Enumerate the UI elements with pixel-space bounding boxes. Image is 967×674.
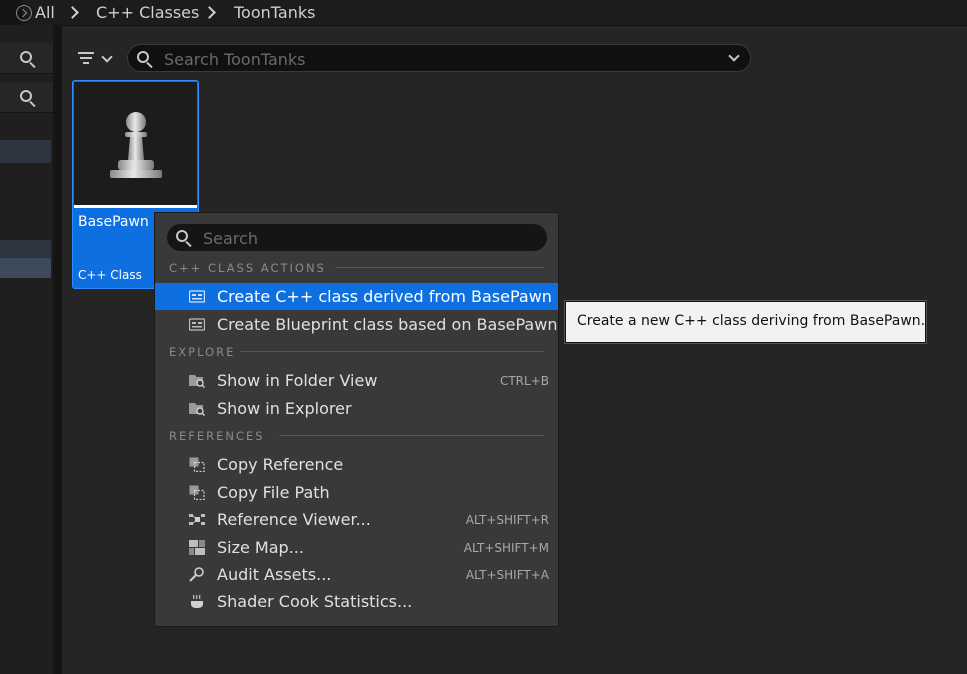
chevron-down-icon — [101, 51, 113, 63]
menu-item-label: Size Map... — [217, 538, 304, 557]
asset-type: C++ Class — [78, 268, 142, 282]
asset-name: BasePawn — [78, 214, 149, 230]
asset-search-bar[interactable] — [127, 44, 751, 72]
breadcrumb-item-cpp-classes[interactable]: C++ Classes — [96, 3, 199, 22]
breadcrumb-item-all[interactable]: All — [35, 3, 55, 22]
menu-item-shortcut: ALT+SHIFT+A — [465, 568, 549, 582]
section-explore: EXPLORE — [169, 345, 236, 359]
folder-search-icon — [189, 403, 205, 416]
collections-search-button[interactable] — [0, 82, 53, 113]
menu-item-label: Shader Cook Statistics... — [217, 592, 413, 611]
search-icon — [20, 51, 32, 63]
chevron-down-icon[interactable] — [728, 50, 740, 62]
menu-item-size-map[interactable]: Size Map... ALT+SHIFT+M — [155, 534, 558, 561]
cpp-class-icon — [189, 290, 205, 303]
menu-item-reference-viewer[interactable]: Reference Viewer... ALT+SHIFT+R — [155, 506, 558, 533]
menu-item-label: Show in Folder View — [217, 371, 378, 390]
panel-splitter[interactable] — [53, 25, 62, 674]
folder-tree-item[interactable] — [0, 240, 51, 258]
blueprint-class-icon — [189, 318, 205, 331]
context-menu: C++ CLASS ACTIONS Create C++ class deriv… — [154, 212, 559, 627]
breadcrumb: All C++ Classes ToonTanks — [16, 0, 967, 26]
menu-item-shortcut: ALT+SHIFT+R — [465, 513, 549, 527]
menu-item-shader-cook-statistics[interactable]: Shader Cook Statistics... — [155, 588, 558, 615]
section-references: REFERENCES — [169, 429, 265, 443]
reference-viewer-icon — [189, 514, 205, 525]
menu-item-label: Show in Explorer — [217, 399, 352, 418]
section-divider — [240, 351, 544, 352]
tooltip: Create a new C++ class deriving from Bas… — [565, 301, 926, 343]
search-icon — [176, 230, 188, 242]
search-icon — [20, 90, 32, 102]
chevron-right-icon — [203, 6, 216, 19]
audit-icon — [189, 567, 204, 582]
folder-tree-item[interactable] — [0, 140, 51, 163]
menu-item-shortcut: ALT+SHIFT+M — [463, 541, 549, 555]
menu-search-field[interactable] — [167, 224, 547, 251]
menu-item-label: Copy Reference — [217, 455, 344, 474]
shader-cook-icon — [191, 594, 203, 608]
section-cpp-class-actions: C++ CLASS ACTIONS — [169, 261, 326, 275]
folder-tree-item-selected[interactable] — [0, 258, 51, 278]
breadcrumb-item-toontanks[interactable]: ToonTanks — [234, 3, 315, 22]
menu-item-create-blueprint-class[interactable]: Create Blueprint class based on BasePawn — [155, 311, 558, 338]
menu-item-label: Create C++ class derived from BasePawn — [217, 287, 552, 306]
breadcrumb-bar: All C++ Classes ToonTanks — [0, 0, 967, 26]
menu-item-show-in-folder-view[interactable]: Show in Folder View CTRL+B — [155, 367, 558, 394]
folder-search-icon — [189, 375, 205, 388]
menu-item-label: Audit Assets... — [217, 565, 332, 584]
menu-item-copy-reference[interactable]: Copy Reference — [155, 451, 558, 478]
menu-item-label: Copy File Path — [217, 483, 330, 502]
section-divider — [335, 267, 544, 268]
menu-item-shortcut: CTRL+B — [499, 374, 549, 388]
menu-item-show-in-explorer[interactable]: Show in Explorer — [155, 395, 558, 422]
copy-icon — [189, 457, 205, 472]
menu-item-label: Create Blueprint class based on BasePawn — [217, 315, 558, 334]
asset-search-input[interactable] — [162, 48, 706, 70]
size-map-icon — [189, 540, 205, 555]
asset-thumbnail — [74, 82, 197, 208]
search-icon — [137, 51, 149, 63]
menu-search-input[interactable] — [201, 227, 535, 249]
menu-item-audit-assets[interactable]: Audit Assets... ALT+SHIFT+A — [155, 561, 558, 588]
menu-item-label: Reference Viewer... — [217, 510, 371, 529]
section-divider — [279, 435, 544, 436]
tooltip-text: Create a new C++ class deriving from Bas… — [577, 313, 926, 329]
history-back-icon[interactable] — [16, 5, 32, 21]
copy-icon — [189, 485, 205, 500]
sources-panel — [0, 25, 53, 674]
sources-search-button[interactable] — [0, 43, 53, 74]
pawn-icon — [110, 112, 162, 178]
menu-item-create-cpp-class[interactable]: Create C++ class derived from BasePawn — [155, 283, 558, 310]
menu-item-copy-file-path[interactable]: Copy File Path — [155, 479, 558, 506]
chevron-right-icon — [66, 6, 79, 19]
filter-button[interactable] — [72, 45, 118, 71]
